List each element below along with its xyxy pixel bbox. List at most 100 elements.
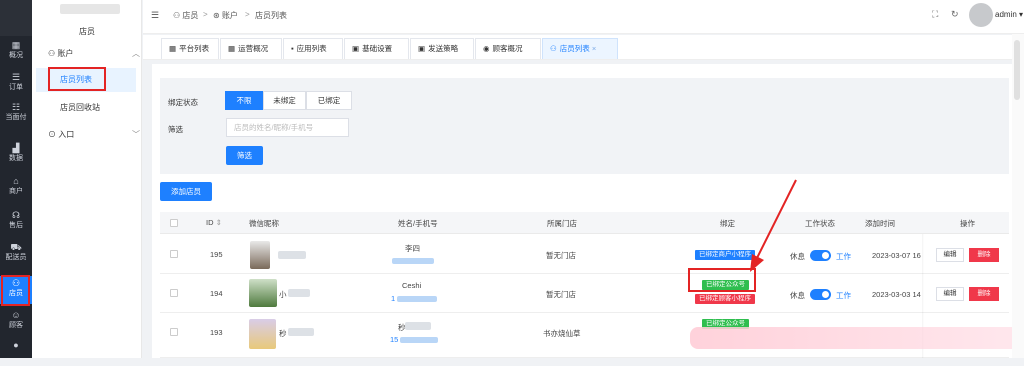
entry-icon: ⊙ [48, 130, 59, 139]
user-name[interactable]: admin ▾ [995, 10, 1023, 19]
after-sales-icon: ☊ [12, 210, 20, 220]
tab-send-strategy[interactable]: ▣ 发送策略 [410, 38, 474, 59]
work-status-toggle[interactable] [810, 289, 831, 300]
tab-operation-overview[interactable]: ▦ 运营概况 [220, 38, 282, 59]
name-blurred [405, 322, 431, 330]
cell-store: 暂无门店 [546, 251, 576, 260]
nickname-blurred [278, 251, 306, 259]
menu-fold-icon[interactable]: ☰ [151, 10, 159, 21]
bind-tag: 已绑定顾客小程序 [695, 294, 755, 304]
staff-icon: ⚇ [173, 11, 183, 20]
col-store: 所属门店 [547, 219, 577, 228]
delete-button[interactable]: 删除 [969, 287, 999, 301]
edit-button[interactable]: 编辑 [936, 287, 964, 301]
caret-down-icon: ▾ [1019, 10, 1024, 19]
phone-blurred [392, 258, 434, 264]
table-row: 195 李四 暂无门店 已绑定商户小程序 休息 工作 2023-03-07 16… [160, 235, 1009, 274]
shop-name-blurred [60, 4, 120, 14]
chevron-down-icon: ﹀ [132, 130, 140, 139]
nav-customer[interactable]: ☺ 顾客 [0, 308, 32, 336]
overview-icon: ▦ [11, 40, 21, 50]
grid-icon: ▦ [228, 44, 236, 53]
fullscreen-icon[interactable]: ⛶ [932, 9, 938, 20]
chevron-up-icon: ︿ [132, 49, 140, 58]
bind-status-label: 绑定状态 [168, 98, 198, 107]
bind-option-unbound[interactable]: 未绑定 [263, 91, 306, 110]
customer-icon: ☺ [11, 310, 21, 320]
annotation-box-nav [1, 275, 30, 306]
settings-icon: ▣ [352, 44, 360, 53]
bind-option-bound[interactable]: 已绑定 [306, 91, 352, 110]
sidebar-title: 店员 [79, 27, 95, 36]
sidebar-item-staff-recycle[interactable]: 店员回收站 [36, 96, 136, 120]
tab-bar: ▦ 平台列表 ▦ 运营概况 ▪ 应用列表 ▣ 基础设置 ▣ 发送策略 ◉ 顾客概况 ⚇ 店员列… [143, 35, 1024, 60]
shop-icon: ⌂ [13, 176, 19, 186]
select-all-checkbox[interactable] [170, 219, 178, 227]
arrow-line [755, 179, 797, 261]
refresh-icon[interactable]: ↻ [951, 9, 959, 20]
row-checkbox[interactable] [170, 250, 178, 258]
nav-shop[interactable]: ⌂ 商户 [0, 174, 32, 202]
row-checkbox[interactable] [170, 289, 178, 297]
nav-data[interactable]: ▟ 数据 [0, 141, 32, 169]
sub-sidebar: 店员 ⚇ 账户 ︿ 店员列表 店员回收站 ⊙ 入口 ﹀ [32, 0, 142, 358]
cell-id: 193 [210, 328, 223, 337]
cell-store: 暂无门店 [546, 290, 576, 299]
cell-name: Ceshi [402, 281, 422, 290]
col-actions: 操作 [960, 219, 975, 228]
delete-button[interactable]: 删除 [969, 248, 999, 262]
breadcrumb-account[interactable]: ⊛ 账户 [213, 10, 238, 21]
nav-delivery[interactable]: ⛟ 配送员 [0, 240, 32, 268]
avatar[interactable] [969, 3, 993, 27]
sidebar-group-account[interactable]: ⚇ 账户 ︿ [48, 48, 140, 59]
nickname-blurred [288, 328, 314, 336]
work-label: 工作 [836, 291, 851, 300]
customer-icon: ◉ [483, 44, 490, 53]
nav-chat[interactable]: ● [0, 338, 32, 366]
close-icon[interactable]: × [592, 44, 596, 53]
arrow-head [750, 254, 764, 272]
top-bar: ☰ ⚇ 店员 > ⊛ 账户 > 店员列表 ⛶ ↻ admin ▾ [143, 0, 1024, 34]
table-row: 194 小 Ceshi 1 暂无门店 已绑定公众号 已绑定顾客小程序 休息 工作… [160, 274, 1009, 313]
tab-platform-list[interactable]: ▦ 平台列表 [161, 38, 219, 59]
nav-pay[interactable]: ☷ 当面付 [0, 100, 32, 128]
work-status-toggle[interactable] [810, 250, 831, 261]
avatar [249, 319, 276, 349]
nav-overview[interactable]: ▦ 概况 [0, 38, 32, 66]
cell-nickname: 秒 [279, 329, 287, 338]
scrollbar-thumb[interactable] [1014, 40, 1020, 100]
tab-staff-list[interactable]: ⚇ 店员列表 × [542, 38, 618, 59]
breadcrumb-staff[interactable]: ⚇ 店员 [173, 10, 198, 21]
row-checkbox[interactable] [170, 328, 178, 336]
nav-orders[interactable]: ☰ 订单 [0, 70, 32, 98]
sidebar-group-entry[interactable]: ⊙ 入口 ﹀ [48, 129, 140, 140]
tab-app-list[interactable]: ▪ 应用列表 [283, 38, 343, 59]
add-staff-button[interactable]: 添加店员 [160, 182, 212, 201]
cell-time: 2023-03-03 14 [872, 290, 921, 299]
breadcrumb-sep: > [203, 10, 208, 19]
nav-after-sales[interactable]: ☊ 售后 [0, 208, 32, 236]
cell-store: 书亦烧仙草 [543, 329, 581, 338]
phone-blurred [400, 337, 438, 343]
breadcrumb-sep: > [245, 10, 250, 19]
search-input[interactable]: 店员的姓名/昵称/手机号 [226, 118, 349, 137]
cell-id: 194 [210, 289, 223, 298]
send-icon: ▣ [418, 44, 426, 53]
filter-label: 筛选 [168, 125, 183, 134]
delivery-icon: ⛟ [10, 242, 22, 252]
account-icon: ⊛ [213, 11, 222, 20]
bind-option-any[interactable]: 不限 [225, 91, 263, 110]
tab-basic-settings[interactable]: ▣ 基础设置 [344, 38, 409, 59]
tab-customer-overview[interactable]: ◉ 顾客概况 [475, 38, 541, 59]
breadcrumb-current: 店员列表 [255, 11, 287, 20]
apps-icon: ▪ [291, 44, 294, 53]
col-id[interactable]: ID ⇕ [206, 218, 222, 227]
annotation-box-sidebar [48, 67, 106, 91]
app-logo [0, 0, 32, 36]
edit-button[interactable]: 编辑 [936, 248, 964, 262]
blurred-overlay [690, 327, 1020, 349]
table-header: ID ⇕ 微信昵称 姓名/手机号 所属门店 绑定 工作状态 添加时间 操作 [160, 212, 1009, 234]
rest-label: 休息 [790, 291, 805, 300]
orders-icon: ☰ [11, 72, 21, 82]
filter-button[interactable]: 筛选 [226, 146, 263, 165]
